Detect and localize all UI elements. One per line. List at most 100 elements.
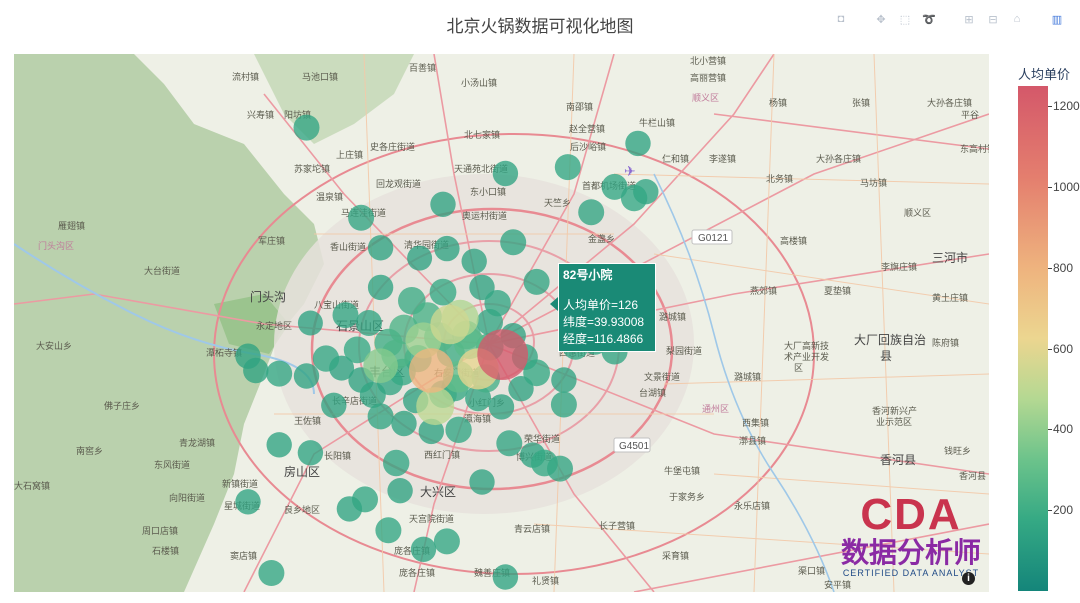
data-point[interactable]: [352, 486, 378, 513]
data-point[interactable]: [550, 391, 577, 418]
map-label: 后沙峪镇: [570, 141, 606, 152]
map-label: 大孙各庄镇: [816, 153, 861, 164]
data-point[interactable]: [430, 304, 470, 345]
data-point[interactable]: [625, 130, 651, 157]
colorbar-title: 人均单价: [1018, 67, 1071, 82]
mountain-region-north: [254, 54, 414, 144]
data-point[interactable]: [297, 440, 324, 466]
map-label: 雁翅镇: [58, 220, 85, 231]
data-point[interactable]: [235, 489, 261, 515]
data-point[interactable]: [383, 449, 410, 477]
map-label: 奥运村街道: [462, 210, 507, 221]
map-label: 北小营镇: [690, 55, 726, 66]
svg-text:G4501: G4501: [619, 441, 649, 452]
map-label: 文景街道: [644, 371, 680, 382]
data-point[interactable]: [523, 359, 550, 387]
data-point[interactable]: [620, 184, 648, 212]
map-label: 王佐镇: [294, 415, 321, 426]
data-point[interactable]: [578, 199, 605, 226]
map-label: 向阳街道: [169, 492, 205, 503]
data-point[interactable]: [461, 248, 487, 274]
map-label: 大厂回族自治: [854, 333, 926, 347]
map-label: 青龙湖镇: [179, 437, 215, 448]
data-point[interactable]: [332, 302, 359, 329]
map-label: 马坊镇: [860, 177, 887, 188]
data-point[interactable]: [297, 310, 323, 336]
data-point[interactable]: [321, 392, 347, 418]
box-select-icon[interactable]: ⬚: [896, 12, 914, 26]
map-label: 门头沟: [250, 289, 286, 304]
map-label: 永定地区: [256, 320, 292, 331]
map-label: 北七家镇: [464, 129, 500, 140]
colorbar-tick-mark: [1048, 510, 1052, 512]
data-point[interactable]: [367, 235, 394, 261]
data-point[interactable]: [387, 478, 413, 504]
tooltip-arrow: [550, 297, 558, 311]
map-label: 张镇: [852, 97, 870, 108]
zoom-out-icon[interactable]: ⊟: [984, 12, 1002, 26]
map-label: 黄土庄镇: [932, 292, 968, 303]
data-point[interactable]: [312, 345, 340, 372]
data-point[interactable]: [430, 191, 456, 217]
data-point[interactable]: [409, 348, 454, 393]
map-label: 燕郊镇: [750, 285, 777, 296]
data-point[interactable]: [433, 528, 460, 555]
data-point[interactable]: [375, 517, 402, 544]
data-point[interactable]: [551, 367, 577, 393]
data-point[interactable]: [492, 564, 519, 590]
map-label: 杨镇: [769, 97, 787, 108]
data-point[interactable]: [266, 360, 293, 387]
map-label: 大孙各庄镇: [927, 97, 972, 108]
modebar: ◘ ✥ ⬚ ➰ ⊞ ⊟ ⌂ ▥: [832, 12, 1066, 26]
map-label: 高丽营镇: [690, 72, 726, 83]
data-point[interactable]: [363, 348, 398, 384]
data-point[interactable]: [492, 160, 519, 187]
map-label: 大安山乡: [36, 340, 72, 351]
data-point[interactable]: [469, 469, 495, 495]
map-label: 窦店镇: [230, 550, 257, 561]
data-point[interactable]: [293, 363, 320, 389]
map-label: 温泉镇: [316, 191, 343, 202]
map-label: 通州区: [702, 404, 729, 414]
map-label: 大厂高新技: [784, 340, 829, 351]
data-point[interactable]: [258, 560, 285, 586]
plotly-logo-icon[interactable]: ▥: [1048, 12, 1066, 26]
data-point[interactable]: [293, 114, 320, 141]
zoom-in-icon[interactable]: ⊞: [960, 12, 978, 26]
reset-view-icon[interactable]: ⌂: [1008, 12, 1026, 26]
data-point[interactable]: [531, 449, 558, 477]
info-icon[interactable]: i: [962, 572, 975, 585]
data-point[interactable]: [434, 235, 460, 262]
data-point[interactable]: [407, 245, 433, 271]
data-point[interactable]: [496, 430, 523, 457]
data-point[interactable]: [235, 343, 261, 369]
camera-icon[interactable]: ◘: [832, 12, 850, 26]
data-point[interactable]: [416, 387, 455, 426]
data-point[interactable]: [477, 329, 529, 380]
lasso-select-icon[interactable]: ➰: [920, 12, 938, 26]
data-point[interactable]: [367, 274, 394, 301]
data-point[interactable]: [355, 310, 382, 336]
data-point[interactable]: [391, 410, 417, 437]
data-point[interactable]: [359, 382, 386, 408]
map-label: 周口店镇: [142, 525, 178, 536]
data-point[interactable]: [429, 278, 457, 306]
map-label: 庞各庄镇: [399, 567, 435, 578]
pan-icon[interactable]: ✥: [872, 12, 890, 26]
map-label: 石楼镇: [152, 545, 179, 556]
data-point[interactable]: [488, 394, 515, 420]
data-point[interactable]: [266, 432, 292, 458]
data-point[interactable]: [523, 268, 550, 295]
data-point[interactable]: [348, 204, 375, 231]
map-label: 李遂镇: [709, 153, 736, 164]
map-label: 南邵镇: [566, 101, 593, 112]
map-label: 香河新兴产: [872, 405, 917, 416]
map-label: 平谷: [961, 110, 979, 120]
data-point[interactable]: [445, 416, 472, 443]
data-point[interactable]: [500, 229, 527, 256]
data-point[interactable]: [554, 154, 581, 181]
colorbar-tick-mark: [1048, 348, 1052, 350]
map-label: 三河市: [932, 250, 968, 265]
hover-tooltip: 82号小院 人均单价=126 纬度=39.93008 经度=116.4866: [558, 263, 656, 352]
data-point[interactable]: [410, 536, 437, 562]
